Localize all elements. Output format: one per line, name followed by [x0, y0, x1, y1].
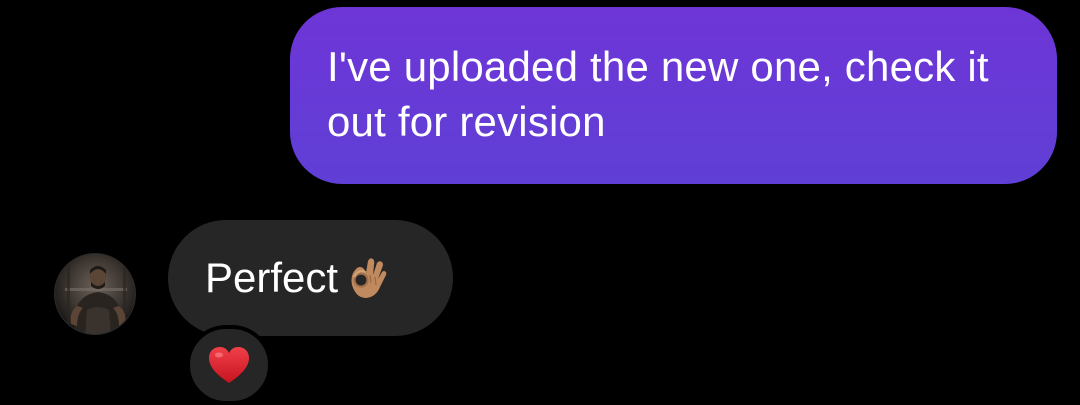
ok-hand-icon [351, 258, 387, 298]
chat-thread: I've uploaded the new one, check it out … [0, 0, 1080, 405]
avatar-photo [55, 254, 135, 334]
outgoing-message-text: I've uploaded the new one, check it out … [327, 43, 989, 145]
outgoing-message-bubble[interactable]: I've uploaded the new one, check it out … [290, 7, 1057, 184]
red-heart-icon [209, 347, 249, 383]
sender-avatar[interactable] [54, 253, 136, 335]
message-reaction[interactable] [186, 325, 272, 405]
incoming-message-bubble[interactable]: Perfect [168, 220, 453, 336]
incoming-message-text: Perfect [205, 254, 339, 301]
